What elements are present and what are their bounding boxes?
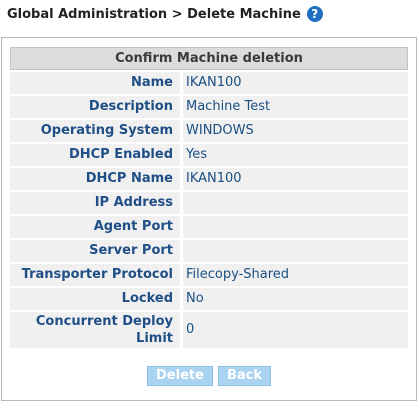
- field-value: IKAN100: [183, 72, 408, 94]
- field-value: [183, 240, 408, 262]
- field-label: Name: [10, 72, 180, 94]
- field-value: Machine Test: [183, 96, 408, 118]
- delete-button[interactable]: Delete: [147, 366, 213, 386]
- field-label: Agent Port: [10, 216, 180, 238]
- field-value: [183, 216, 408, 238]
- back-button[interactable]: Back: [217, 366, 271, 386]
- field-label: Transporter Protocol: [10, 264, 180, 286]
- row-agent-port: Agent Port: [10, 216, 408, 238]
- field-label: Operating System: [10, 120, 180, 142]
- row-transporter-protocol: Transporter Protocol Filecopy-Shared: [10, 264, 408, 286]
- field-label: IP Address: [10, 192, 180, 214]
- row-ip-address: IP Address: [10, 192, 408, 214]
- panel-title: Confirm Machine deletion: [10, 47, 408, 70]
- help-icon[interactable]: ?: [306, 6, 323, 22]
- confirm-panel: Confirm Machine deletion Name IKAN100 De…: [1, 37, 417, 401]
- field-value: No: [183, 288, 408, 310]
- field-value: Yes: [183, 144, 408, 166]
- page-title: Global Administration > Delete Machine: [7, 6, 301, 22]
- action-buttons: Delete Back: [2, 366, 416, 386]
- row-operating-system: Operating System WINDOWS: [10, 120, 408, 142]
- field-value: Filecopy-Shared: [183, 264, 408, 286]
- field-label: DHCP Name: [10, 168, 180, 190]
- row-dhcp-enabled: DHCP Enabled Yes: [10, 144, 408, 166]
- row-dhcp-name: DHCP Name IKAN100: [10, 168, 408, 190]
- row-server-port: Server Port: [10, 240, 408, 262]
- breadcrumb: Global Administration > Delete Machine ?: [7, 4, 323, 24]
- field-value: WINDOWS: [183, 120, 408, 142]
- row-concurrent-deploy-limit: Concurrent Deploy Limit 0: [10, 312, 408, 348]
- field-label: Description: [10, 96, 180, 118]
- field-label: Concurrent Deploy Limit: [10, 312, 180, 348]
- field-value: IKAN100: [183, 168, 408, 190]
- field-label: DHCP Enabled: [10, 144, 180, 166]
- row-description: Description Machine Test: [10, 96, 408, 118]
- field-label: Locked: [10, 288, 180, 310]
- field-value: [183, 192, 408, 214]
- field-value: 0: [183, 312, 408, 348]
- row-locked: Locked No: [10, 288, 408, 310]
- row-name: Name IKAN100: [10, 72, 408, 94]
- field-label: Server Port: [10, 240, 180, 262]
